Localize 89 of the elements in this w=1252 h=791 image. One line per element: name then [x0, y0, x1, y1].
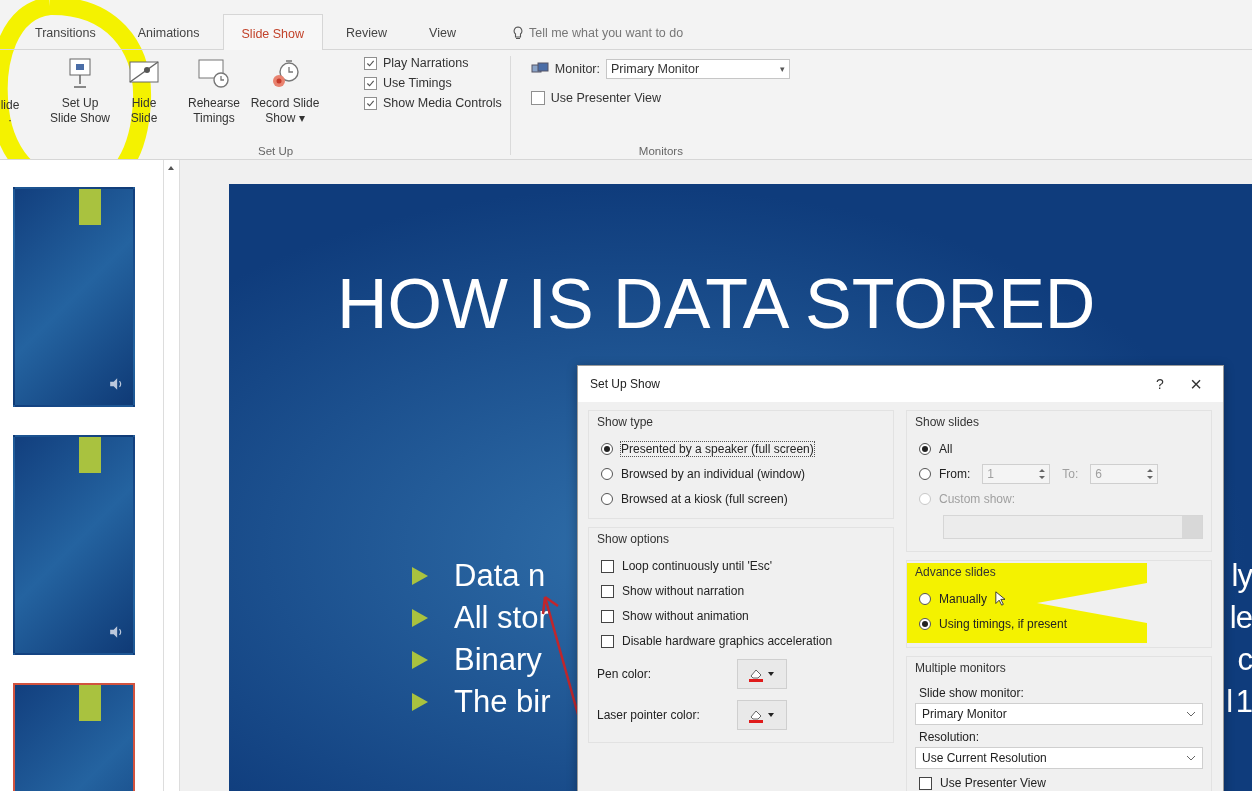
checkbox[interactable]	[530, 91, 545, 105]
group-title: Show type	[597, 415, 655, 429]
group-title: Show slides	[915, 415, 981, 429]
chevron-down-icon	[1186, 711, 1196, 717]
group-title: Advance slides	[915, 565, 997, 579]
close-button[interactable]: ×	[1181, 372, 1211, 396]
radio-label: Using timings, if present	[939, 617, 1068, 631]
checkbox[interactable]	[364, 56, 377, 70]
checkbox-label: Show without narration	[622, 584, 745, 598]
color-picker-button[interactable]	[737, 659, 787, 689]
slide-thumbnail[interactable]	[13, 435, 135, 655]
checkbox[interactable]	[919, 776, 932, 790]
field-label: Resolution:	[918, 730, 981, 744]
bullet-triangle-icon	[412, 567, 428, 585]
dialog-title: Set Up Show	[590, 377, 662, 391]
radio-label: All	[939, 442, 953, 456]
tell-me-field[interactable]: Tell me what you want to do	[512, 26, 729, 49]
bullet-text: l 1	[1226, 684, 1252, 720]
checkbox[interactable]	[601, 609, 614, 623]
scroll-bar[interactable]	[163, 160, 180, 791]
checkbox-label: Show without animation	[622, 609, 749, 623]
ribbon-tab[interactable]: Slide Show	[222, 14, 324, 50]
spin-arrows-icon	[1039, 469, 1046, 479]
dropdown[interactable]: Use Current Resolution	[915, 747, 1203, 769]
bullet-text: ly	[1231, 558, 1252, 594]
dropdown[interactable]: Primary Monitor	[915, 703, 1203, 725]
radio-button[interactable]	[601, 493, 613, 505]
group-title: Show options	[597, 532, 671, 546]
radio-button[interactable]	[919, 443, 931, 455]
ribbon-tab[interactable]: Transitions	[16, 25, 115, 49]
radio-label: Browsed by an individual (window)	[621, 467, 806, 481]
slide-timer-icon	[197, 56, 231, 90]
group-label: Set Up	[258, 145, 294, 157]
radio-button[interactable]	[601, 443, 613, 455]
color-label: Laser pointer color:	[597, 708, 701, 722]
checkbox-label: Play Narrations	[383, 56, 469, 70]
radio-label: Custom show:	[939, 492, 1016, 506]
ribbon-button[interactable]: Set Up Slide Show	[40, 56, 120, 126]
spin-arrows-icon	[1147, 469, 1154, 479]
bullet-text: Data n	[454, 558, 546, 594]
bullet-text: All stor	[454, 600, 549, 636]
checkbox[interactable]	[601, 584, 614, 598]
checkbox[interactable]	[364, 76, 377, 90]
slide-thumbnail[interactable]	[13, 187, 135, 407]
checkbox[interactable]	[364, 96, 377, 110]
monitor-label: Monitor:	[554, 62, 600, 76]
accent-bar	[79, 189, 101, 225]
monitor-dropdown[interactable]: Primary Monitor ▾	[605, 59, 790, 79]
monitors-icon	[530, 62, 549, 76]
bullet-triangle-icon	[412, 609, 428, 627]
ribbon-tab[interactable]: Review	[327, 25, 407, 49]
bullet-text: The bir	[454, 684, 551, 720]
radio-label: Browsed at a kiosk (full screen)	[621, 492, 788, 506]
color-label: Pen color:	[597, 667, 653, 681]
bullet-text: c	[1237, 642, 1252, 678]
mouse-cursor-icon	[995, 591, 1005, 606]
slide-title: HOW IS DATA STORED	[336, 264, 1097, 344]
bullet-triangle-icon	[412, 693, 428, 711]
checkbox-label: Use Timings	[383, 76, 452, 90]
bullet-text: le	[1229, 600, 1252, 636]
accent-bar	[79, 685, 101, 721]
checkbox-label: Loop continuously until 'Esc'	[622, 559, 772, 573]
group-title: Multiple monitors	[915, 661, 1007, 675]
scroll-up-icon[interactable]	[166, 164, 176, 172]
field-label: Slide show monitor:	[918, 686, 1025, 700]
ribbon-tab[interactable]: View	[410, 25, 475, 49]
checkbox[interactable]	[601, 634, 614, 648]
checkbox[interactable]	[601, 559, 614, 573]
radio-label: From:	[939, 467, 971, 481]
ribbon-button[interactable]: Record Slide Show ▾	[246, 56, 324, 126]
chevron-down-icon	[1186, 755, 1196, 761]
radio-button[interactable]	[919, 468, 931, 480]
checkbox-label: Disable hardware graphics acceleration	[622, 634, 833, 648]
ribbon-tab[interactable]: Animations	[118, 25, 219, 49]
color-picker-button[interactable]	[737, 700, 787, 730]
help-button[interactable]: ?	[1145, 376, 1175, 392]
checkbox-label: Use Presenter View	[940, 776, 1046, 790]
bullet-triangle-icon	[412, 651, 428, 669]
accent-bar	[79, 437, 101, 473]
to-label: To:	[1062, 467, 1079, 481]
radio-button[interactable]	[601, 468, 613, 480]
radio-label: Manually	[939, 592, 988, 606]
group-label: Monitors	[638, 145, 683, 157]
checkbox-label: Show Media Controls	[383, 96, 502, 110]
ribbon-button[interactable]: Rehearse Timings	[182, 56, 246, 126]
bullet-text: Binary	[454, 642, 542, 678]
radio-label: Presented by a speaker (full screen)	[621, 442, 814, 456]
lightbulb-icon	[512, 26, 523, 40]
checkbox-label: Use Presenter View	[550, 91, 662, 105]
